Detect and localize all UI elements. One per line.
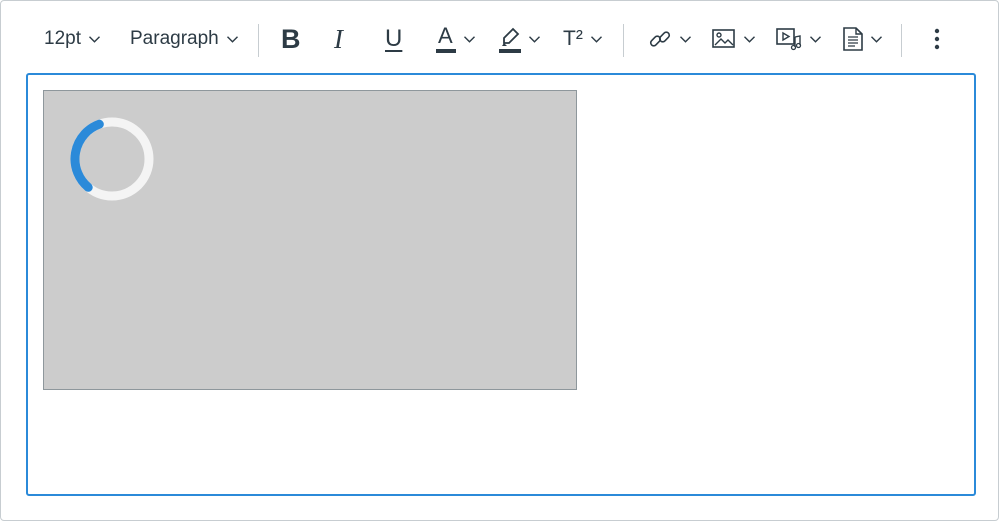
editor-content-area[interactable] (26, 73, 976, 496)
text-color-letter: A (438, 23, 453, 48)
image-icon (712, 29, 735, 48)
chevron-down-icon (871, 35, 882, 43)
italic-button[interactable]: I (334, 19, 343, 59)
bold-button[interactable]: B (281, 19, 301, 59)
bold-icon: B (281, 23, 301, 54)
highlight-color-dropdown[interactable] (499, 19, 540, 59)
italic-icon: I (334, 23, 343, 54)
chevron-down-icon (88, 35, 100, 43)
link-dropdown[interactable] (648, 19, 691, 59)
chevron-down-icon (226, 35, 238, 43)
block-format-value: Paragraph (130, 28, 219, 49)
image-dropdown[interactable] (712, 19, 755, 59)
chevron-down-icon (529, 35, 540, 43)
chevron-down-icon (810, 35, 821, 43)
underline-button[interactable]: U (385, 19, 402, 59)
link-icon (649, 31, 671, 47)
loading-spinner-icon (70, 117, 154, 201)
font-size-value: 12pt (44, 28, 81, 49)
font-size-dropdown[interactable]: 12pt (44, 19, 100, 59)
highlight-icon (499, 27, 521, 53)
media-dropdown[interactable] (776, 19, 821, 59)
text-color-dropdown[interactable]: A (436, 19, 475, 59)
toolbar-divider (258, 24, 259, 57)
media-icon (776, 28, 802, 51)
image-loading-placeholder (43, 90, 577, 390)
more-vertical-icon (934, 28, 940, 50)
block-format-dropdown[interactable]: Paragraph (130, 19, 238, 59)
superscript-icon: T² (563, 27, 583, 50)
chevron-down-icon (744, 35, 755, 43)
document-icon (843, 27, 863, 51)
document-dropdown[interactable] (843, 19, 882, 59)
chevron-down-icon (464, 35, 475, 43)
chevron-down-icon (590, 35, 602, 43)
toolbar-divider (623, 24, 624, 57)
superscript-dropdown[interactable]: T² (563, 19, 602, 59)
more-options-button[interactable] (927, 19, 947, 59)
text-color-icon: A (436, 23, 456, 53)
toolbar-divider (901, 24, 902, 57)
rich-content-editor: 12pt Paragraph B I U A T² (0, 0, 999, 521)
underline-icon: U (385, 25, 403, 52)
chevron-down-icon (680, 35, 691, 43)
editor-toolbar: 12pt Paragraph B I U A T² (1, 1, 998, 73)
